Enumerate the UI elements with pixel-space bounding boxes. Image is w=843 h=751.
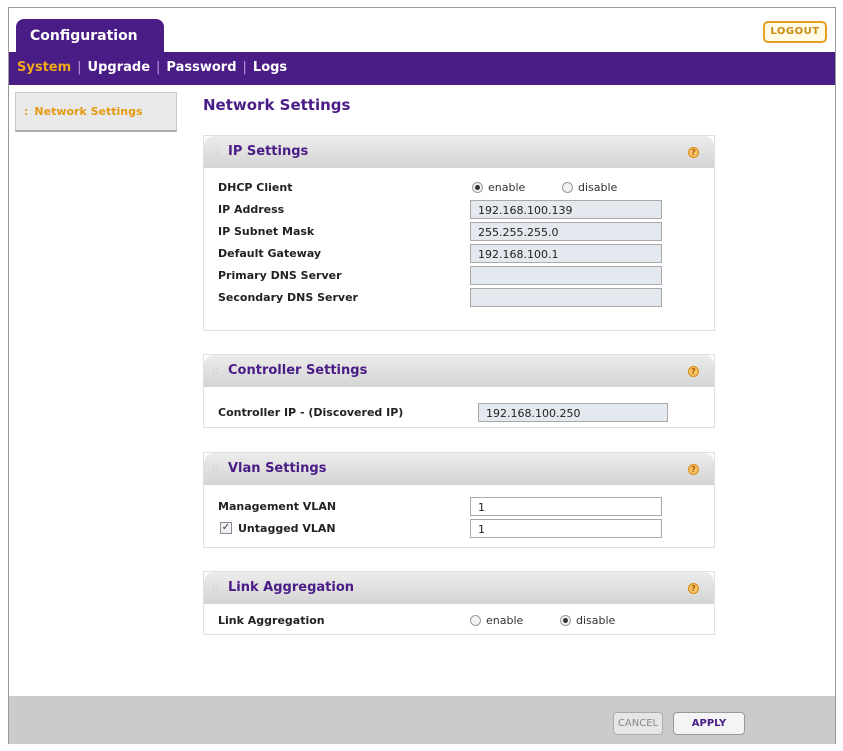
controller-ip-row: Controller IP - (Discovered IP) 192.168.… — [204, 401, 714, 423]
grip-icon: :: — [212, 365, 219, 376]
gateway-label: Default Gateway — [218, 247, 322, 260]
dhcp-row: DHCP Client enable disable — [204, 176, 714, 198]
cancel-button[interactable]: CANCEL — [613, 712, 663, 735]
grip-icon: :: — [212, 582, 219, 593]
ip-address-field[interactable]: 192.168.100.139 — [470, 200, 662, 219]
check-icon: ✓ — [221, 522, 231, 533]
gateway-field[interactable]: 192.168.100.1 — [470, 244, 662, 263]
radio-label: enable — [486, 614, 524, 627]
section-title: Link Aggregation — [228, 580, 355, 595]
vlan-settings-section: :: Vlan Settings ? Management VLAN 1 ✓ U… — [203, 452, 715, 548]
section-header: :: Vlan Settings ? — [204, 453, 714, 485]
mgmt-vlan-input[interactable]: 1 — [470, 497, 662, 516]
logout-button[interactable]: LOGOUT — [763, 21, 827, 43]
nav-separator: | — [77, 60, 82, 75]
help-icon[interactable]: ? — [688, 147, 699, 158]
link-aggregation-section: :: Link Aggregation ? Link Aggregation e… — [203, 571, 715, 635]
nav-item-password[interactable]: Password — [166, 60, 236, 75]
untagged-vlan-input[interactable]: 1 — [470, 519, 662, 538]
ip-address-label: IP Address — [218, 203, 285, 216]
main-navbar: System | Upgrade | Password | Logs — [9, 52, 835, 85]
radio-unselected-icon — [562, 182, 573, 193]
primary-dns-field[interactable] — [470, 266, 662, 285]
primary-dns-label: Primary DNS Server — [218, 269, 342, 282]
grip-icon: :: — [212, 146, 219, 157]
untagged-vlan-checkbox[interactable]: ✓ — [220, 522, 232, 534]
section-title: Vlan Settings — [228, 461, 327, 476]
sidebar-item-label: Network Settings — [34, 105, 143, 118]
section-header: :: Controller Settings ? — [204, 355, 714, 387]
dhcp-disable-radio[interactable]: disable — [562, 181, 617, 194]
radio-label: disable — [578, 181, 618, 194]
mgmt-vlan-row: Management VLAN 1 — [204, 495, 714, 517]
ip-address-row: IP Address 192.168.100.139 — [204, 198, 714, 220]
app-frame: Configuration LOGOUT System | Upgrade | … — [8, 7, 836, 744]
radio-label: enable — [488, 181, 526, 194]
grip-icon: :: — [212, 463, 219, 474]
radio-selected-icon — [472, 182, 483, 193]
link-agg-disable-radio[interactable]: disable — [560, 614, 615, 627]
link-aggregation-row: Link Aggregation enable disable — [204, 609, 714, 631]
subnet-field[interactable]: 255.255.255.0 — [470, 222, 662, 241]
radio-label: disable — [576, 614, 616, 627]
help-icon[interactable]: ? — [688, 464, 699, 475]
section-title: IP Settings — [228, 144, 309, 159]
nav-item-upgrade[interactable]: Upgrade — [88, 60, 150, 75]
subnet-row: IP Subnet Mask 255.255.255.0 — [204, 220, 714, 242]
top-header: Configuration LOGOUT — [9, 8, 835, 52]
gateway-row: Default Gateway 192.168.100.1 — [204, 242, 714, 264]
secondary-dns-field[interactable] — [470, 288, 662, 307]
subnet-label: IP Subnet Mask — [218, 225, 315, 238]
tab-configuration[interactable]: Configuration — [16, 19, 164, 52]
link-agg-enable-radio[interactable]: enable — [470, 614, 523, 627]
controller-settings-section: :: Controller Settings ? Controller IP -… — [203, 354, 715, 428]
section-title: Controller Settings — [228, 363, 368, 378]
nav-separator: | — [242, 60, 247, 75]
untagged-vlan-row: ✓ Untagged VLAN 1 — [204, 517, 714, 543]
dhcp-enable-radio[interactable]: enable — [472, 181, 525, 194]
section-header: :: Link Aggregation ? — [204, 572, 714, 604]
dhcp-label: DHCP Client — [218, 181, 293, 194]
help-icon[interactable]: ? — [688, 583, 699, 594]
bullet-icon: : — [24, 105, 29, 118]
secondary-dns-row: Secondary DNS Server — [204, 286, 714, 308]
nav-item-system[interactable]: System — [17, 60, 71, 75]
primary-dns-row: Primary DNS Server — [204, 264, 714, 286]
apply-button[interactable]: APPLY — [673, 712, 745, 735]
nav-item-logs[interactable]: Logs — [253, 60, 287, 75]
page-title: Network Settings — [203, 96, 351, 114]
nav-separator: | — [156, 60, 161, 75]
link-aggregation-label: Link Aggregation — [218, 614, 325, 627]
footer-bar: CANCEL APPLY — [9, 696, 835, 744]
controller-ip-field[interactable]: 192.168.100.250 — [478, 403, 668, 422]
radio-selected-icon — [560, 615, 571, 626]
secondary-dns-label: Secondary DNS Server — [218, 291, 358, 304]
controller-ip-label: Controller IP - (Discovered IP) — [218, 406, 404, 419]
help-icon[interactable]: ? — [688, 366, 699, 377]
mgmt-vlan-label: Management VLAN — [218, 500, 337, 513]
ip-settings-section: :: IP Settings ? DHCP Client enable disa… — [203, 135, 715, 331]
sidebar-item-network-settings[interactable]: : Network Settings — [15, 92, 177, 132]
section-header: :: IP Settings ? — [204, 136, 714, 168]
radio-unselected-icon — [470, 615, 481, 626]
untagged-vlan-label: Untagged VLAN — [238, 522, 336, 535]
